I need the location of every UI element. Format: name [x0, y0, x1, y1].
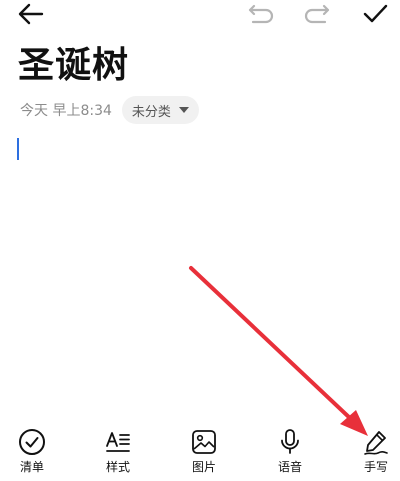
checklist-label: 清单: [19, 460, 44, 474]
done-button[interactable]: [360, 0, 390, 28]
image-button[interactable]: 图片: [174, 420, 234, 478]
text-cursor: [17, 138, 19, 160]
caret-down-icon: [178, 107, 189, 113]
voice-button[interactable]: 语音: [260, 420, 320, 478]
checkmark-icon: [363, 4, 388, 23]
text-style-button[interactable]: 样式: [88, 420, 148, 478]
category-label: 未分类: [131, 104, 171, 120]
handwriting-label: 手写: [363, 460, 388, 474]
image-label: 图片: [191, 460, 216, 474]
redo-button[interactable]: [302, 0, 332, 28]
handwriting-pen-icon: [364, 431, 388, 455]
note-editor-screen: 圣诞树 今天 早上8:34 未分类 清单 样式 图片 语音 手写: [0, 0, 400, 481]
arrow-left-icon: [18, 3, 44, 25]
checklist-icon: [19, 429, 45, 455]
image-icon: [192, 430, 216, 454]
handwriting-button[interactable]: 手写: [346, 420, 400, 478]
undo-button[interactable]: [246, 0, 276, 28]
voice-label: 语音: [277, 460, 302, 474]
category-dropdown[interactable]: 未分类: [121, 96, 199, 124]
text-style-icon: [106, 432, 130, 452]
checklist-button[interactable]: 清单: [2, 420, 62, 478]
bottom-toolbar: 清单 样式 图片 语音 手写: [0, 420, 400, 481]
top-bar: [0, 0, 400, 30]
note-timestamp: 今天 早上8:34: [20, 103, 112, 119]
note-body-editor[interactable]: [0, 130, 400, 410]
undo-icon: [248, 4, 274, 24]
note-title[interactable]: 圣诞树: [18, 44, 129, 88]
back-button[interactable]: [16, 0, 46, 28]
redo-icon: [304, 4, 330, 24]
note-meta: 今天 早上8:34 未分类: [20, 96, 199, 124]
text-style-label: 样式: [105, 460, 130, 474]
microphone-icon: [281, 429, 299, 454]
